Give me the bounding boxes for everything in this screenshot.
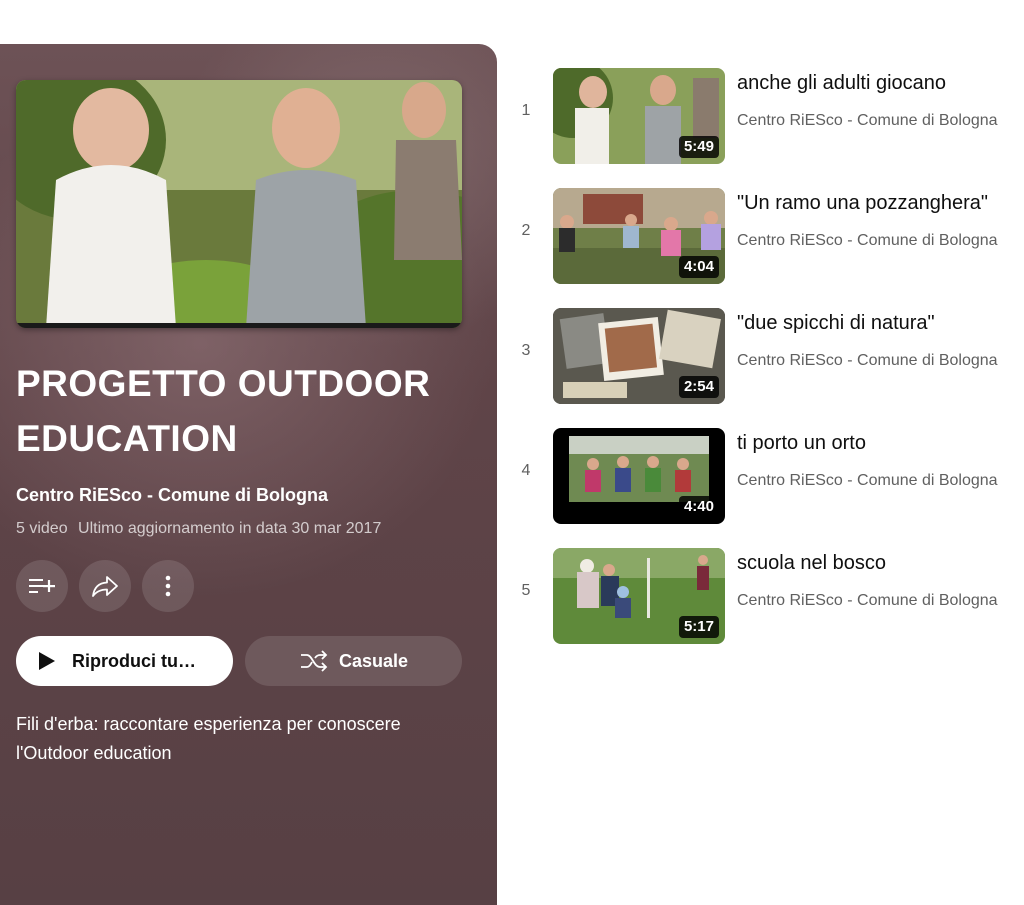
video-duration: 2:54 <box>678 376 719 398</box>
video-thumbnail[interactable]: 5:49 <box>553 68 725 164</box>
playlist-video-item[interactable]: 2 4:04 "Un ramo una pozzanghera" Centro … <box>508 186 1024 284</box>
shuffle-button[interactable]: Casuale <box>245 636 462 686</box>
playlist-title: PROGETTO OUTDOOR EDUCATION <box>16 363 431 459</box>
video-title[interactable]: scuola nel bosco <box>737 550 886 576</box>
video-thumbnail[interactable]: 4:40 <box>553 428 725 524</box>
playlist-meta: 5 video Ultimo aggiornamento in data 30 … <box>16 520 381 538</box>
video-count: 5 video <box>16 520 68 537</box>
playlist-header-panel: PROGETTO OUTDOOR EDUCATION Centro RiESco… <box>0 44 497 905</box>
share-button[interactable] <box>79 560 131 612</box>
video-channel[interactable]: Centro RiESco - Comune di Bologna <box>737 232 998 250</box>
video-channel[interactable]: Centro RiESco - Comune di Bologna <box>737 472 998 490</box>
last-updated: Ultimo aggiornamento in data 30 mar 2017 <box>78 520 382 537</box>
add-to-queue-icon <box>29 579 55 593</box>
add-to-queue-button[interactable] <box>16 560 68 612</box>
video-channel[interactable]: Centro RiESco - Comune di Bologna <box>737 592 998 610</box>
playlist-video-list: 1 5:49 anche gli adulti giocano Centro R… <box>508 66 1024 666</box>
video-title[interactable]: "Un ramo una pozzanghera" <box>737 190 988 216</box>
play-all-button[interactable]: Riproduci tu… <box>16 636 233 686</box>
play-all-label: Riproduci tu… <box>72 650 196 671</box>
playlist-video-item[interactable]: 1 5:49 anche gli adulti giocano Centro R… <box>508 66 1024 164</box>
video-thumbnail[interactable]: 4:04 <box>553 188 725 284</box>
video-duration: 4:04 <box>678 256 719 278</box>
video-channel[interactable]: Centro RiESco - Comune di Bologna <box>737 352 998 370</box>
video-duration: 5:49 <box>678 136 719 158</box>
playlist-video-item[interactable]: 3 2:54 "due spicchi di natura" Centro Ri… <box>508 306 1024 404</box>
playlist-video-item[interactable]: 5 5:17 scuola nel bosco Centro RiESco - … <box>508 546 1024 644</box>
video-title[interactable]: "due spicchi di natura" <box>737 310 935 336</box>
playlist-description: Fili d'erba: raccontare esperienza per c… <box>16 714 401 763</box>
more-options-button[interactable] <box>142 560 194 612</box>
video-thumbnail[interactable]: 2:54 <box>553 308 725 404</box>
more-vert-icon <box>165 575 171 597</box>
video-duration: 4:40 <box>678 496 719 518</box>
shuffle-icon <box>300 650 328 672</box>
video-channel[interactable]: Centro RiESco - Comune di Bologna <box>737 112 998 130</box>
video-duration: 5:17 <box>678 616 719 638</box>
video-index: 4 <box>521 462 531 479</box>
video-thumbnail[interactable]: 5:17 <box>553 548 725 644</box>
playlist-channel-link[interactable]: Centro RiESco - Comune di Bologna <box>16 485 328 506</box>
video-index: 3 <box>521 342 531 359</box>
shuffle-label: Casuale <box>338 650 409 671</box>
play-icon <box>39 652 55 670</box>
share-icon <box>92 576 118 597</box>
video-title[interactable]: ti porto un orto <box>737 430 866 456</box>
video-title[interactable]: anche gli adulti giocano <box>737 70 946 96</box>
video-index: 2 <box>521 222 531 239</box>
playlist-thumbnail-image <box>16 80 462 328</box>
playlist-video-item[interactable]: 4 4:40 ti porto un orto Centro RiESco - … <box>508 426 1024 524</box>
video-index: 5 <box>521 582 531 599</box>
video-index: 1 <box>521 102 531 119</box>
playlist-thumbnail[interactable] <box>16 80 462 328</box>
